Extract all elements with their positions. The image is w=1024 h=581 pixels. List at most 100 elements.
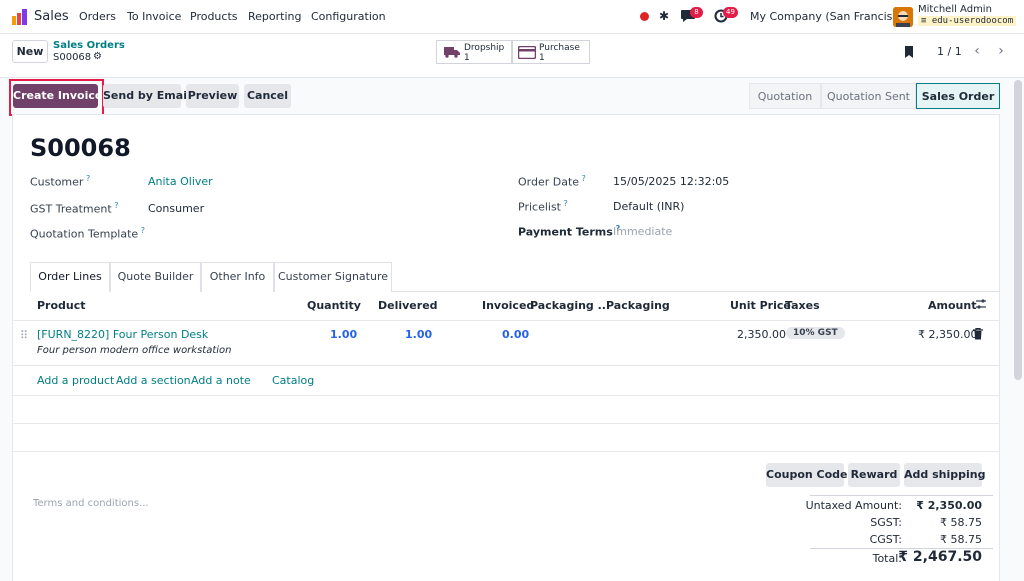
tax-badge[interactable]: 10% GST xyxy=(786,327,845,339)
col-invoiced[interactable]: Invoiced xyxy=(482,299,534,312)
empty-row-divider-2 xyxy=(12,423,1000,424)
add-shipping-button[interactable]: Add shipping xyxy=(904,463,985,487)
add-product-link[interactable]: Add a product xyxy=(37,374,114,387)
quotation-template-field[interactable] xyxy=(148,227,448,241)
help-icon[interactable]: ? xyxy=(138,226,145,235)
purchase-count: 1 xyxy=(539,53,545,63)
column-settings-icon[interactable] xyxy=(975,298,987,313)
col-product[interactable]: Product xyxy=(37,299,86,312)
breadcrumb-record-name: S00068 xyxy=(53,52,92,63)
purchase-smart-button[interactable]: Purchase 1 xyxy=(512,40,590,64)
col-delivered[interactable]: Delivered xyxy=(378,299,438,312)
bug-icon[interactable]: ✱ xyxy=(659,9,669,23)
coupon-code-button[interactable]: Coupon Code xyxy=(766,463,848,487)
order-date-field[interactable]: 15/05/2025 12:32:05 xyxy=(613,175,729,188)
gst-treatment-label: GST Treatment ? xyxy=(30,201,119,216)
row-delivered[interactable]: 1.00 xyxy=(405,328,432,341)
menu-reporting[interactable]: Reporting xyxy=(248,10,301,23)
menu-orders[interactable]: Orders xyxy=(79,10,116,23)
col-unit-price[interactable]: Unit Price xyxy=(730,299,791,312)
database-name: edu-userodoocom xyxy=(931,16,1014,26)
customer-field[interactable]: Anita Oliver xyxy=(148,175,213,188)
trash-icon[interactable] xyxy=(973,327,983,343)
dropship-smart-button[interactable]: Dropship 1 xyxy=(436,40,512,64)
database-name-badge: ≡ edu-userodoocom xyxy=(918,16,1017,26)
tab-order-lines[interactable]: Order Lines xyxy=(30,262,110,292)
record-dot-icon[interactable] xyxy=(640,12,649,21)
preview-button[interactable]: Preview xyxy=(186,84,239,108)
help-icon[interactable]: ? xyxy=(83,174,90,183)
menu-configuration[interactable]: Configuration xyxy=(311,10,386,23)
reward-button[interactable]: Reward xyxy=(848,463,900,487)
table-header-divider xyxy=(12,320,1000,321)
activity-badge: 49 xyxy=(723,7,738,18)
chat-badge: 8 xyxy=(690,7,703,18)
dropship-count: 1 xyxy=(464,53,470,63)
col-taxes[interactable]: Taxes xyxy=(785,299,820,312)
pricelist-label-text: Pricelist xyxy=(518,200,561,214)
sgst-label: SGST: xyxy=(870,516,902,529)
row-invoiced[interactable]: 0.00 xyxy=(502,328,529,341)
col-amount[interactable]: Amount xyxy=(928,299,976,312)
template-label-text: Quotation Template xyxy=(30,227,139,241)
breadcrumb-sales-orders[interactable]: Sales Orders xyxy=(53,40,125,51)
sgst-value: ₹ 58.75 xyxy=(940,516,982,529)
bookmark-icon[interactable] xyxy=(904,46,914,61)
gst-label-text: GST Treatment xyxy=(30,202,112,216)
gear-icon[interactable]: ⚙ xyxy=(93,51,102,62)
company-switcher[interactable]: My Company (San Francisco) xyxy=(750,10,909,23)
send-by-email-button[interactable]: Send by Email xyxy=(103,84,191,108)
truck-icon xyxy=(444,46,460,61)
quotation-template-label: Quotation Template ? xyxy=(30,226,145,241)
status-quotation[interactable]: Quotation xyxy=(749,83,821,109)
row-quantity[interactable]: 1.00 xyxy=(330,328,357,341)
status-sales-order[interactable]: Sales Order xyxy=(916,83,1000,109)
col-packaging-qty[interactable]: Packaging ... xyxy=(530,299,610,312)
untaxed-amount-value: ₹ 2,350.00 xyxy=(916,499,982,512)
pricelist-field[interactable]: Default (INR) xyxy=(613,200,684,213)
pager-value[interactable]: 1 / 1 xyxy=(937,45,962,58)
menu-products[interactable]: Products xyxy=(190,10,238,23)
terms-and-conditions-field[interactable]: Terms and conditions... xyxy=(33,498,149,509)
new-button[interactable]: New xyxy=(12,40,48,63)
user-avatar[interactable] xyxy=(893,7,913,27)
drag-handle-icon[interactable]: ⠿ xyxy=(20,329,28,342)
cancel-button[interactable]: Cancel xyxy=(244,84,291,108)
order-date-label: Order Date ? xyxy=(518,174,586,189)
tab-quote-builder[interactable]: Quote Builder xyxy=(110,262,201,292)
add-note-link[interactable]: Add a note xyxy=(191,374,251,387)
record-title: S00068 xyxy=(30,134,131,162)
tab-customer-signature[interactable]: Customer Signature xyxy=(274,262,392,292)
col-quantity[interactable]: Quantity xyxy=(307,299,361,312)
payment-terms-field[interactable]: Immediate xyxy=(613,225,672,238)
user-name[interactable]: Mitchell Admin xyxy=(918,4,992,15)
menu-to-invoice[interactable]: To Invoice xyxy=(127,10,181,23)
cgst-label: CGST: xyxy=(869,533,902,546)
sales-app-icon[interactable] xyxy=(12,9,28,25)
row-unit-price[interactable]: 2,350.00 xyxy=(737,328,786,341)
product-description[interactable]: Four person modern office workstation xyxy=(37,345,232,356)
payment-terms-label: Payment Terms ? xyxy=(518,224,620,239)
customer-label-text: Customer xyxy=(30,175,84,189)
empty-row-divider-3 xyxy=(12,451,1000,452)
gst-treatment-field[interactable]: Consumer xyxy=(148,202,204,215)
order-date-label-text: Order Date xyxy=(518,175,580,189)
database-icon: ≡ xyxy=(921,16,927,26)
tab-other-info[interactable]: Other Info xyxy=(201,262,274,292)
total-value: ₹ 2,467.50 xyxy=(898,549,982,565)
cgst-value: ₹ 58.75 xyxy=(940,533,982,546)
pager-next-icon[interactable]: › xyxy=(990,42,1012,62)
add-section-link[interactable]: Add a section xyxy=(116,374,191,387)
help-icon[interactable]: ? xyxy=(579,174,586,183)
catalog-link[interactable]: Catalog xyxy=(272,374,314,387)
pager-previous-icon[interactable]: ‹ xyxy=(966,42,988,62)
help-icon[interactable]: ? xyxy=(561,199,568,208)
help-icon[interactable]: ? xyxy=(112,201,118,210)
status-quotation-sent[interactable]: Quotation Sent xyxy=(821,83,916,109)
app-name[interactable]: Sales xyxy=(34,9,69,24)
credit-card-icon xyxy=(517,45,537,62)
product-name[interactable]: [FURN_8220] Four Person Desk xyxy=(37,328,208,341)
untaxed-amount-label: Untaxed Amount: xyxy=(805,499,902,512)
page-scrollbar[interactable] xyxy=(1014,80,1022,380)
col-packaging[interactable]: Packaging xyxy=(606,299,670,312)
